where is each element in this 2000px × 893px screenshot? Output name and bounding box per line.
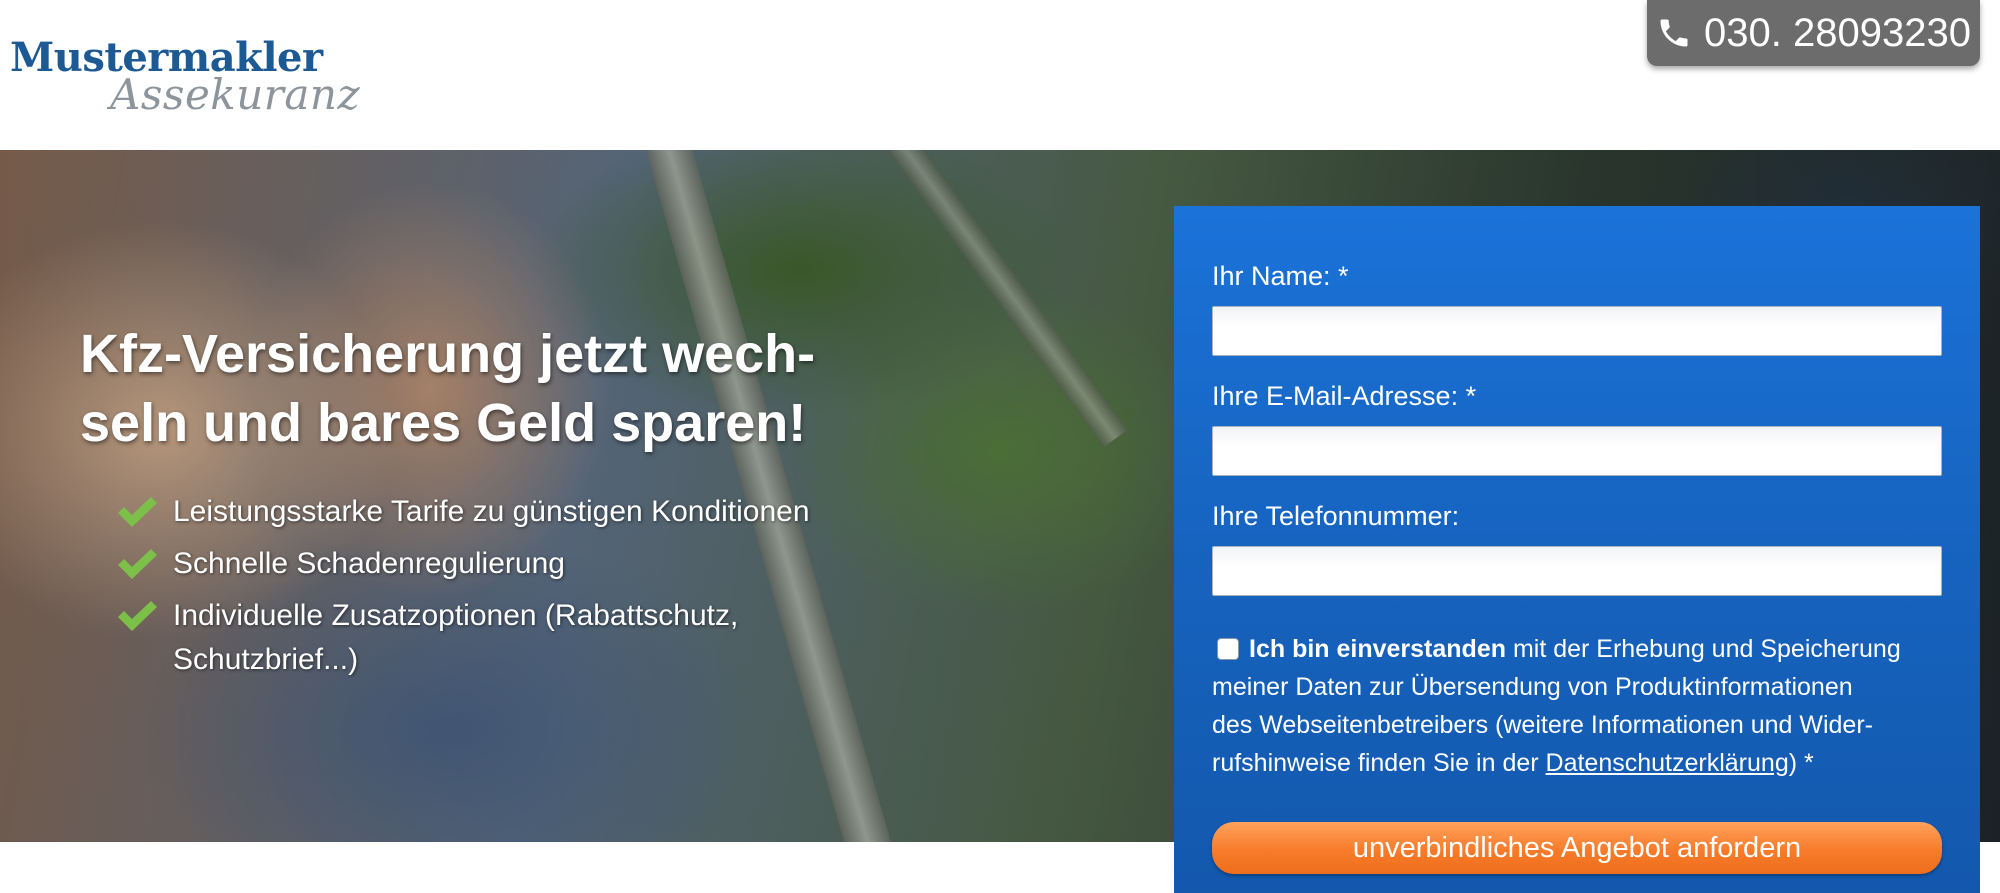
email-label: Ihre E-Mail-Adresse: * — [1212, 381, 1477, 411]
name-label: Ihr Name: * — [1212, 261, 1349, 291]
feature-text: Leistungsstarke Tarife zu günstigen Kond… — [173, 490, 875, 534]
logo[interactable]: Mustermakler Assekuranz — [10, 30, 360, 119]
feature-text: Individuelle Zusatzoptionen (Rabattschut… — [173, 594, 875, 682]
feature-text: Schnelle Schadenregulierung — [173, 542, 875, 586]
consent-line: des Webseitenbetreibers (weitere Informa… — [1212, 711, 1873, 739]
feature-text-line: Individuelle Zusatzoptionen (Rabattschut… — [173, 599, 739, 632]
consent-line: Ich bin einverstanden mit der Erhebung u… — [1212, 630, 1952, 668]
hero-title: Kfz-Versicherung jetzt wech- seln und ba… — [80, 320, 840, 458]
consent-text-part: ) * — [1788, 749, 1814, 777]
email-input[interactable] — [1212, 426, 1942, 476]
logo-wordmark-bottom: Assekuranz — [110, 70, 361, 119]
site-header: Mustermakler Assekuranz 030. 28093230 — [0, 0, 2000, 150]
phone-icon — [1660, 19, 1688, 47]
feature-list: Leistungsstarke Tarife zu günstigen Kond… — [115, 490, 875, 690]
feature-item: Schnelle Schadenregulierung — [115, 542, 875, 586]
consent-line: meiner Daten zur Übersendung von Produkt… — [1212, 673, 1853, 701]
feature-text-line: Schutzbrief...) — [173, 643, 359, 676]
privacy-policy-link[interactable]: Datenschutzerklärung — [1546, 749, 1789, 777]
phone-input[interactable] — [1212, 546, 1942, 596]
feature-item: Individuelle Zusatzoptionen (Rabattschut… — [115, 594, 875, 682]
feature-text-line: Leistungsstarke Tarife zu günstigen Kond… — [173, 495, 810, 528]
consent-text-part: mit der Erhebung und Speicherung — [1506, 635, 1901, 663]
consent-bold: Ich bin einverstanden — [1249, 635, 1507, 663]
submit-button[interactable]: unverbindliches Angebot anfordern — [1212, 822, 1942, 874]
phone-box[interactable]: 030. 28093230 — [1647, 0, 1980, 66]
hero-title-line: Kfz-Versicherung jetzt wech- — [80, 324, 816, 384]
phone-number: 030. 28093230 — [1704, 10, 1971, 55]
phone-label: Ihre Telefonnummer: — [1212, 501, 1460, 531]
feature-item: Leistungsstarke Tarife zu günstigen Kond… — [115, 490, 875, 534]
check-icon — [118, 601, 157, 631]
check-icon — [118, 549, 157, 579]
name-input[interactable] — [1212, 306, 1942, 356]
check-icon — [118, 497, 157, 527]
lead-form: Ihr Name: * Ihre E-Mail-Adresse: * Ihre … — [1174, 206, 1980, 893]
consent-text: Ich bin einverstanden mit der Erhebung u… — [1212, 630, 1952, 782]
feature-text-line: Schnelle Schadenregulierung — [173, 547, 565, 580]
hero-title-line: seln und bares Geld sparen! — [80, 393, 807, 453]
consent-text-part: rufshinweise finden Sie in der — [1212, 749, 1546, 777]
consent-checkbox[interactable] — [1217, 638, 1239, 660]
consent-line: rufshinweise finden Sie in der Datenschu… — [1212, 744, 1952, 782]
